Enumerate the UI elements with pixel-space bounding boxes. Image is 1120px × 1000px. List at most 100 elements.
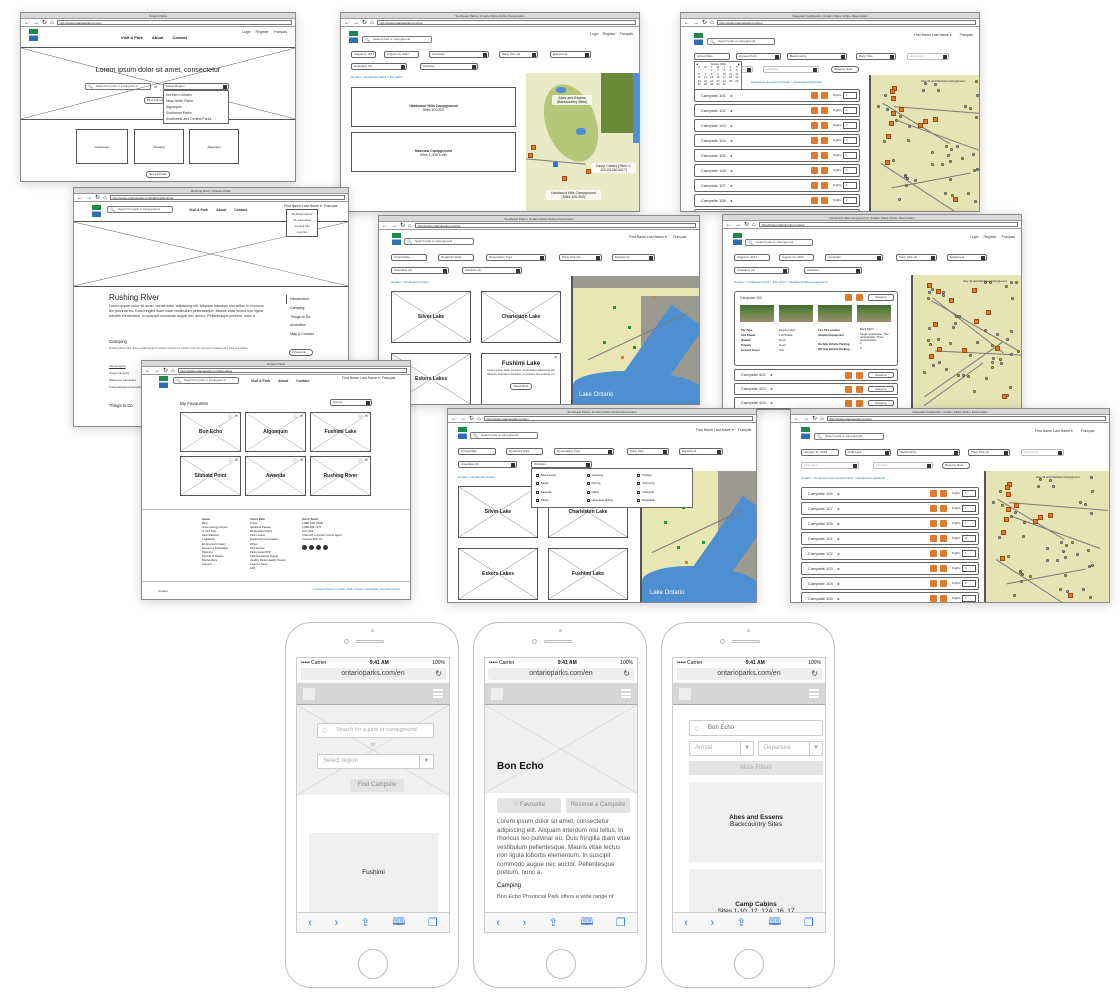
park-search-input[interactable]: ○ Bon Echo <box>689 720 823 736</box>
reload-icon[interactable]: ↻ <box>400 222 405 229</box>
campsite-pin[interactable] <box>1090 476 1094 480</box>
park-search-input[interactable]: Search park or campground <box>814 433 884 440</box>
footer-link[interactable]: Careers <box>202 563 228 567</box>
access-point-select[interactable]: Cold Lake <box>845 449 891 456</box>
home-icon[interactable]: ⌂ <box>50 20 54 26</box>
party-size-select[interactable]: Party Size (4) <box>559 254 602 261</box>
nights-stepper[interactable]: 1 <box>843 107 857 114</box>
campsite-pin[interactable] <box>963 105 967 109</box>
checkbox[interactable] <box>586 499 590 503</box>
arrival-date-field[interactable]: January 31, 2019 <box>801 449 839 456</box>
checkbox[interactable] <box>637 482 641 486</box>
see-all-parks-button[interactable]: See All Parks <box>146 171 170 178</box>
campsite-pin[interactable] <box>943 191 947 195</box>
facility-icon[interactable] <box>926 283 932 289</box>
remove-icon[interactable]: ✕ <box>300 458 303 462</box>
campsite-pin[interactable] <box>975 80 979 84</box>
crumb[interactable]: Sasquatch Highlands <box>857 476 885 480</box>
hamburger-menu-icon[interactable] <box>433 689 443 698</box>
party-size-select[interactable]: Party Size <box>627 448 669 455</box>
activity-option[interactable]: Beach <box>536 482 587 486</box>
campsite-pin[interactable] <box>1089 595 1093 599</box>
campsite-pin[interactable] <box>1015 280 1019 284</box>
home-icon[interactable]: ⌂ <box>477 416 481 422</box>
favourite-park-card[interactable]: Algonquin ⓘ ✕ <box>245 412 306 452</box>
campsite-pin[interactable] <box>1036 485 1040 489</box>
read-more-button[interactable]: Read More <box>510 382 532 390</box>
language-link[interactable]: Français <box>738 428 751 432</box>
activity-option[interactable]: Baseball <box>536 490 587 494</box>
park-search-input[interactable]: Search for park or campground <box>85 83 151 90</box>
park-search-input[interactable]: Search park or campground <box>404 238 474 245</box>
user-menu[interactable]: First Name Last Name ▾ <box>696 428 734 432</box>
campsite-pin[interactable] <box>883 94 887 98</box>
address-bar[interactable]: ontarioparks.com/en ↻ <box>676 668 822 680</box>
crumb[interactable]: Southeast Parks <box>747 280 769 284</box>
home-icon[interactable]: ⌂ <box>752 222 756 228</box>
forward-icon[interactable]: → <box>353 20 359 26</box>
back-icon[interactable]: ‹ <box>308 917 312 929</box>
sort-select[interactable]: Sort by <box>330 399 372 406</box>
campsite-pin[interactable] <box>1005 337 1009 341</box>
campsite-pin[interactable] <box>1010 296 1014 300</box>
equipment-select[interactable]: Equipment <box>1021 449 1064 456</box>
campsite-pin[interactable] <box>1090 563 1094 567</box>
checkbox[interactable] <box>536 499 539 503</box>
campsite-pin[interactable] <box>1021 534 1025 538</box>
campsite-pin[interactable] <box>933 83 937 87</box>
campsite-pin[interactable] <box>998 490 1002 494</box>
campsite-pin[interactable] <box>930 162 934 166</box>
facility-icon[interactable] <box>935 288 941 294</box>
party-size-select[interactable]: Party Size <box>856 53 896 60</box>
url-bar[interactable]: http://www.ontarioparks.com/res <box>414 223 696 228</box>
park-tile[interactable]: Landscape <box>76 129 128 164</box>
campsite-pin[interactable] <box>1058 587 1062 591</box>
expand-arrow-icon[interactable]: ▸ <box>837 566 840 571</box>
close-icon[interactable]: × <box>554 355 557 361</box>
address-bar[interactable]: ontarioparks.com/en ↻ <box>488 668 634 680</box>
activities-select[interactable]: Activities <box>804 267 862 274</box>
back-icon[interactable]: ← <box>794 416 800 422</box>
campsite-row[interactable]: Campsite 101 ▸ Nights 4 <box>801 532 979 545</box>
campsite-pin[interactable] <box>926 297 930 301</box>
reservation-type-select[interactable]: Reservation Type <box>554 448 614 455</box>
nav-about[interactable]: About <box>278 379 288 383</box>
home-icon[interactable]: ⌂ <box>103 195 107 201</box>
bookmarks-icon[interactable]: 🕮 <box>392 913 405 932</box>
campsite-pin[interactable] <box>968 354 972 358</box>
campsite-pin[interactable] <box>972 389 976 393</box>
crumb[interactable]: Sasquatch Highlands <box>793 80 821 84</box>
expand-arrow-icon[interactable]: ▸ <box>730 198 733 203</box>
reserve-button[interactable]: Reserve <box>868 294 894 301</box>
campsite-row[interactable]: Campsite 104 ▸ Nights 1 <box>801 577 979 590</box>
campsite-pin[interactable] <box>938 360 942 364</box>
reload-icon[interactable]: ↻ <box>744 221 749 228</box>
amenities-select[interactable]: Amenities <box>801 462 859 469</box>
reload-icon[interactable]: ↻ <box>362 19 367 26</box>
campsite-row[interactable]: Campsite 102 ▸ Nights 1 <box>801 547 979 560</box>
campsite-pin[interactable] <box>949 178 953 182</box>
campsite-pin[interactable] <box>1076 552 1080 556</box>
campsite-pin[interactable] <box>913 178 917 182</box>
share-icon[interactable]: ⇪ <box>549 916 558 929</box>
activity-option[interactable]: Boat Launch <box>536 473 587 477</box>
crumb[interactable]: Hardwood Hills Campground <box>789 280 827 284</box>
campsite-pin[interactable] <box>991 366 995 370</box>
park-map[interactable]: Abes and Essens (Backcountry Sites) Camp… <box>526 73 639 211</box>
arrival-date-field[interactable]: Arrival Date <box>694 53 730 60</box>
checkbox[interactable] <box>536 482 539 486</box>
departure-select[interactable]: Departure ▼ <box>758 741 823 756</box>
calendar-day[interactable]: 31 <box>721 83 727 86</box>
map-label[interactable]: Hardwood Hills Campground (Sites 400-500… <box>546 190 601 200</box>
campsite-pin[interactable] <box>945 368 949 372</box>
campsite-pin[interactable] <box>1059 541 1063 545</box>
facility-icon[interactable] <box>932 322 938 328</box>
facility-icon[interactable] <box>949 297 955 303</box>
remove-icon[interactable]: ✕ <box>235 414 238 418</box>
campsite-pin[interactable] <box>1087 548 1091 552</box>
info-icon[interactable]: ⓘ <box>293 414 297 420</box>
campsite-row[interactable]: Campsite 109 ▸Nights1 <box>694 209 860 211</box>
campsite-pin[interactable] <box>991 356 995 360</box>
activity-option[interactable]: Hiking <box>586 490 638 494</box>
forward-icon[interactable]: → <box>693 20 699 26</box>
